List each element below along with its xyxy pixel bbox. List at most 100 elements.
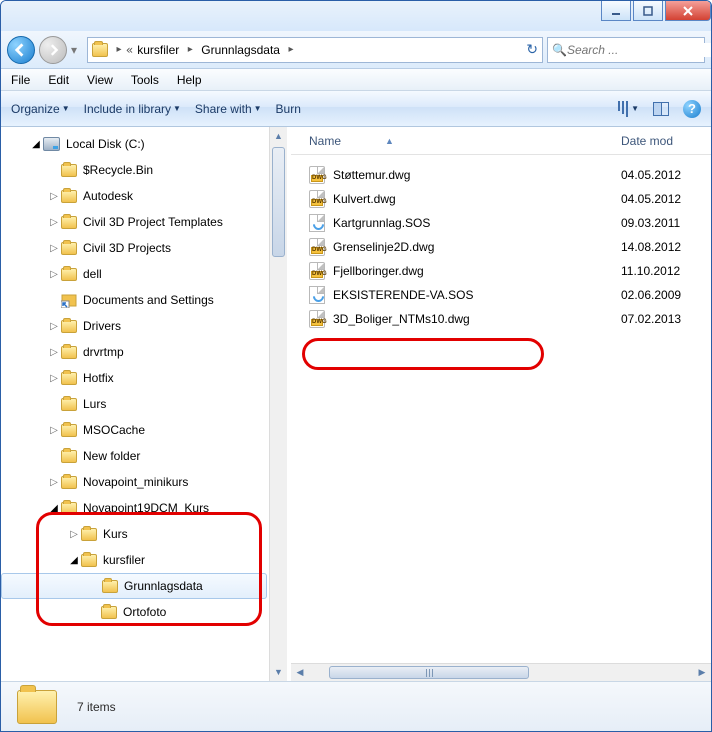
folder-icon — [61, 216, 77, 229]
scroll-thumb[interactable] — [329, 666, 529, 679]
expander-icon[interactable]: ▷ — [47, 217, 61, 228]
expander-icon[interactable]: ◢ — [29, 139, 43, 150]
file-row[interactable]: DWGFjellboringer.dwg11.10.2012 — [309, 259, 711, 283]
expander-icon[interactable]: ◢ — [47, 503, 61, 514]
include-button[interactable]: Include in library ▼ — [84, 102, 195, 116]
tree-item[interactable]: ▷Kurs — [1, 521, 287, 547]
horizontal-scrollbar[interactable]: ◀ ▶ — [291, 663, 711, 681]
tree-label: New folder — [83, 449, 140, 463]
menu-tools[interactable]: Tools — [131, 73, 159, 87]
folder-icon — [61, 424, 77, 437]
organize-button[interactable]: Organize ▼ — [11, 102, 84, 116]
expander-icon[interactable]: ◢ — [67, 555, 81, 566]
tree-item[interactable]: Lurs — [1, 391, 287, 417]
tree-item-disk[interactable]: ◢ Local Disk (C:) — [1, 131, 287, 157]
help-button[interactable]: ? — [683, 100, 701, 118]
folder-icon — [102, 580, 118, 593]
maximize-button[interactable] — [633, 1, 663, 21]
view-mode-button[interactable]: ▼ — [618, 101, 639, 117]
tree-item[interactable]: Grunnlagsdata — [1, 573, 267, 599]
sort-arrow-icon: ▲ — [385, 136, 394, 146]
file-name: Fjellboringer.dwg — [333, 264, 621, 278]
tree-label: Local Disk (C:) — [66, 137, 145, 151]
burn-button[interactable]: Burn — [276, 102, 315, 116]
expander-icon[interactable]: ▷ — [47, 243, 61, 254]
column-name[interactable]: Name▲ — [309, 134, 621, 148]
toolbar: Organize ▼ Include in library ▼ Share wi… — [1, 91, 711, 127]
menu-file[interactable]: File — [11, 73, 30, 87]
menu-view[interactable]: View — [87, 73, 113, 87]
expander-icon[interactable]: ▷ — [47, 321, 61, 332]
tree-item[interactable]: ▷Hotfix — [1, 365, 287, 391]
expander-icon[interactable]: ▷ — [67, 529, 81, 540]
folder-icon — [61, 502, 77, 515]
tree-item[interactable]: ▷dell — [1, 261, 287, 287]
search-box[interactable]: 🔍 — [547, 37, 705, 63]
file-name: Kartgrunnlag.SOS — [333, 216, 621, 230]
tree-item[interactable]: ▷Novapoint_minikurs — [1, 469, 287, 495]
dwg-file-icon: DWG — [309, 190, 325, 208]
folder-icon — [92, 43, 108, 57]
tree-item[interactable]: Documents and Settings — [1, 287, 287, 313]
file-date: 07.02.2013 — [621, 312, 711, 326]
close-button[interactable] — [665, 1, 711, 21]
expander-icon[interactable]: ▷ — [47, 373, 61, 384]
tree-item[interactable]: New folder — [1, 443, 287, 469]
minimize-button[interactable] — [601, 1, 631, 21]
tree-item[interactable]: Ortofoto — [1, 599, 287, 625]
file-name: EKSISTERENDE-VA.SOS — [333, 288, 621, 302]
expander-icon[interactable]: ▷ — [47, 425, 61, 436]
file-row[interactable]: EKSISTERENDE-VA.SOS02.06.2009 — [309, 283, 711, 307]
folder-icon — [81, 554, 97, 567]
file-name: Kulvert.dwg — [333, 192, 621, 206]
scroll-down-button[interactable]: ▼ — [270, 663, 287, 681]
tree-item[interactable]: ◢ kursfiler — [1, 547, 287, 573]
share-button[interactable]: Share with ▼ — [195, 102, 276, 116]
breadcrumb-segment[interactable]: kursfiler — [133, 43, 183, 57]
scroll-left-button[interactable]: ◀ — [291, 664, 309, 681]
tree-item[interactable]: $Recycle.Bin — [1, 157, 287, 183]
menu-help[interactable]: Help — [177, 73, 202, 87]
tree-item[interactable]: ▷MSOCache — [1, 417, 287, 443]
expander-icon[interactable]: ▷ — [47, 347, 61, 358]
breadcrumb-segment[interactable]: Grunnlagsdata — [197, 43, 284, 57]
file-row[interactable]: DWGKulvert.dwg04.05.2012 — [309, 187, 711, 211]
history-dropdown[interactable]: ▾ — [71, 43, 83, 57]
breadcrumb-overflow[interactable]: « — [126, 43, 133, 57]
tree-label: kursfiler — [103, 553, 145, 567]
forward-button[interactable] — [39, 36, 67, 64]
tree-item[interactable]: ▷Civil 3D Projects — [1, 235, 287, 261]
folder-icon — [61, 476, 77, 489]
tree-item[interactable]: ▷ Drivers — [1, 313, 287, 339]
tree-label: Lurs — [83, 397, 106, 411]
tree-item[interactable]: ◢Novapoint19DCM_Kurs — [1, 495, 287, 521]
back-button[interactable] — [7, 36, 35, 64]
scroll-thumb[interactable] — [272, 147, 285, 257]
breadcrumb[interactable]: ▸ « kursfiler ▸ Grunnlagsdata ▸ ↻ — [87, 37, 543, 63]
scroll-right-button[interactable]: ▶ — [693, 664, 711, 681]
search-input[interactable] — [567, 43, 712, 57]
chevron-right-icon: ▸ — [183, 44, 197, 55]
tree-label: Drivers — [83, 319, 121, 333]
tree-item[interactable]: ▷ drvrtmp — [1, 339, 287, 365]
column-date[interactable]: Date mod — [621, 134, 711, 148]
expander-icon[interactable]: ▷ — [47, 269, 61, 280]
menu-edit[interactable]: Edit — [48, 73, 69, 87]
tree-item[interactable]: ▷Civil 3D Project Templates — [1, 209, 287, 235]
file-row[interactable]: DWG3D_Boliger_NTMs10.dwg07.02.2013 — [309, 307, 711, 331]
expander-icon[interactable]: ▷ — [47, 477, 61, 488]
tree-label: drvrtmp — [83, 345, 124, 359]
folder-icon — [61, 346, 77, 359]
tree-item[interactable]: ▷Autodesk — [1, 183, 287, 209]
tree-scrollbar[interactable]: ▲ ▼ — [269, 127, 287, 681]
file-row[interactable]: Kartgrunnlag.SOS09.03.2011 — [309, 211, 711, 235]
file-row[interactable]: DWGStøttemur.dwg04.05.2012 — [309, 163, 711, 187]
refresh-button[interactable]: ↻ — [526, 41, 538, 58]
tree-label: Ortofoto — [123, 605, 166, 619]
file-row[interactable]: DWGGrenselinje2D.dwg14.08.2012 — [309, 235, 711, 259]
file-name: Støttemur.dwg — [333, 168, 621, 182]
expander-icon[interactable]: ▷ — [47, 191, 61, 202]
folder-icon — [61, 164, 77, 177]
scroll-up-button[interactable]: ▲ — [270, 127, 287, 145]
preview-pane-button[interactable] — [653, 102, 669, 116]
